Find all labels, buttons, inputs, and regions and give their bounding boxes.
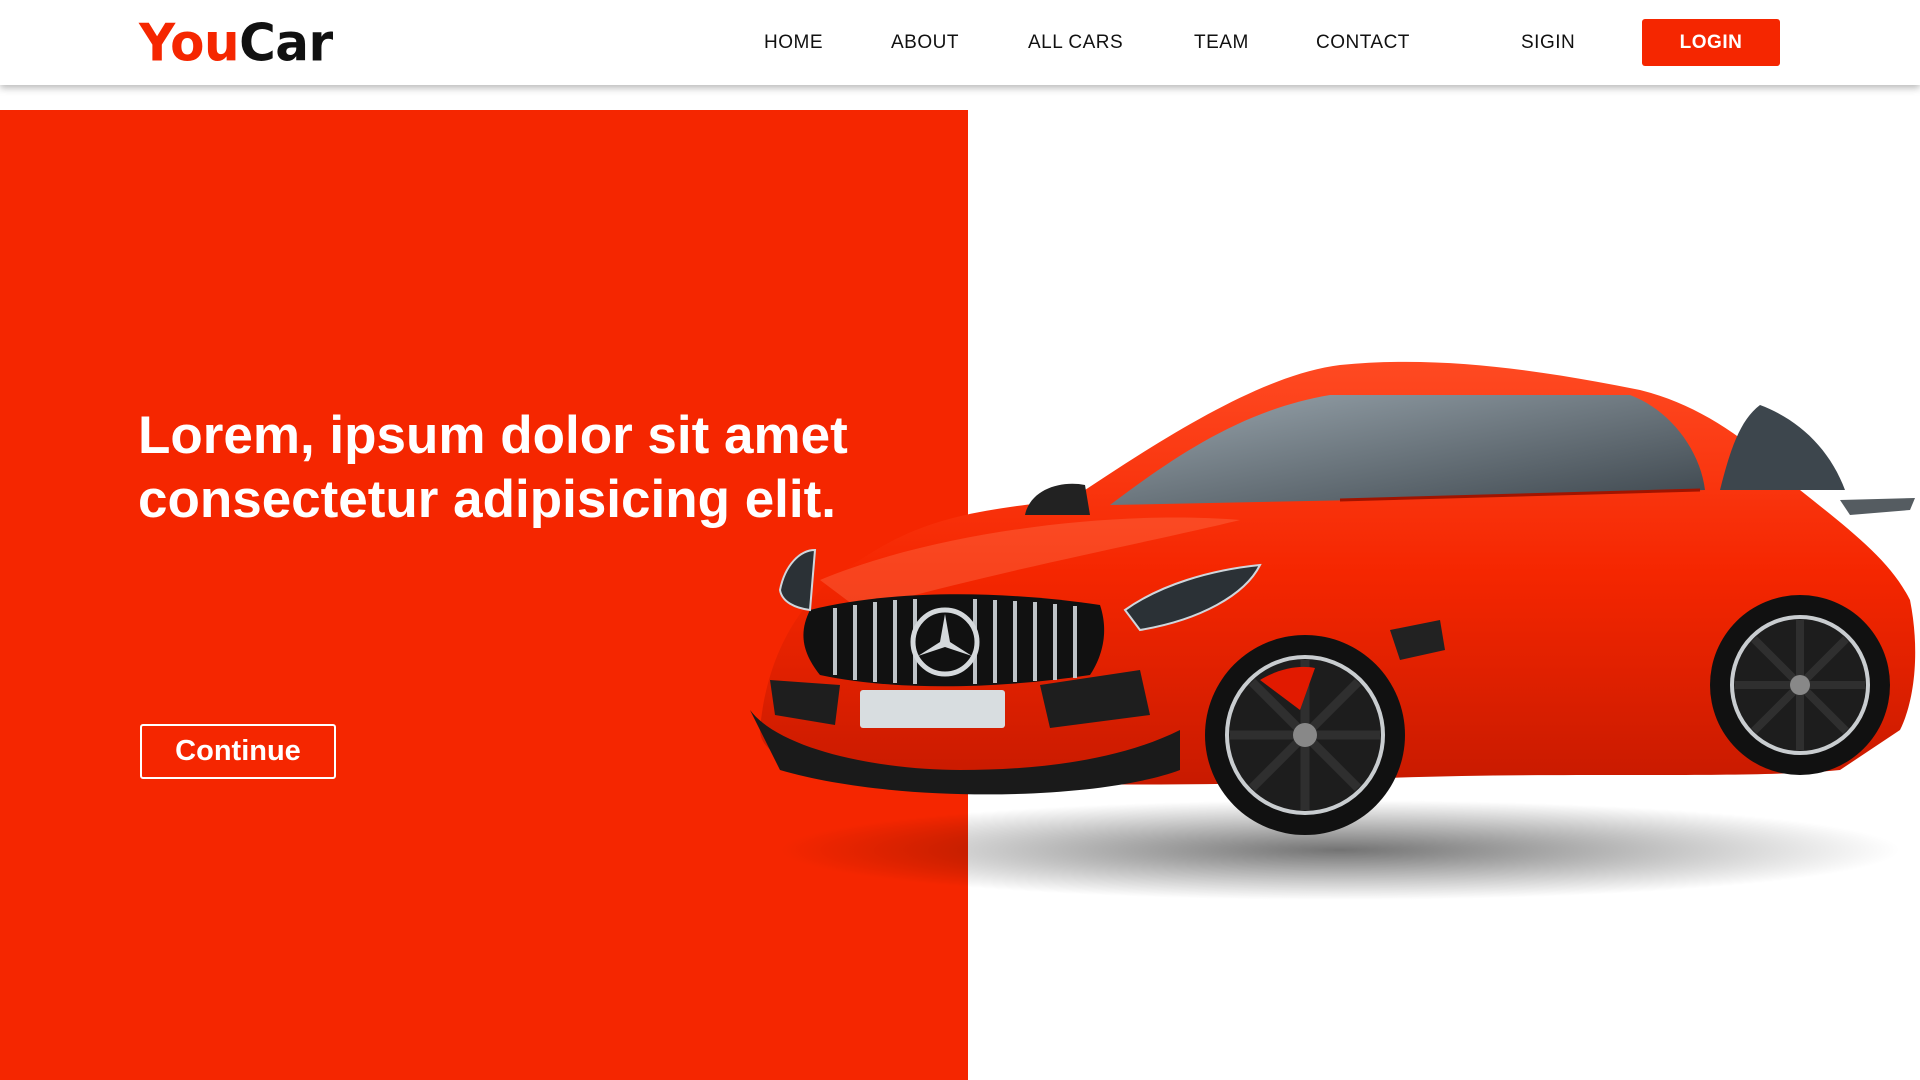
main-nav: HOME ABOUT ALL CARS TEAM CONTACT SIGIN <box>0 0 1920 85</box>
hero-title-line-1: Lorem, ipsum dolor sit amet <box>138 406 848 465</box>
login-button[interactable]: LOGIN <box>1642 19 1780 66</box>
navbar: YouCar HOME ABOUT ALL CARS TEAM CONTACT … <box>0 0 1920 85</box>
nav-link-about[interactable]: ABOUT <box>891 31 959 55</box>
signin-link[interactable]: SIGIN <box>1521 31 1575 55</box>
hero-title: Lorem, ipsum dolor sit amet consectetur … <box>138 404 938 532</box>
hero-title-line-2: consectetur adipisicing elit. <box>138 470 837 529</box>
nav-link-home[interactable]: HOME <box>764 31 823 55</box>
continue-button[interactable]: Continue <box>140 724 336 779</box>
nav-link-all-cars[interactable]: ALL CARS <box>1028 31 1123 55</box>
nav-link-team[interactable]: TEAM <box>1194 31 1249 55</box>
nav-link-contact[interactable]: CONTACT <box>1316 31 1410 55</box>
